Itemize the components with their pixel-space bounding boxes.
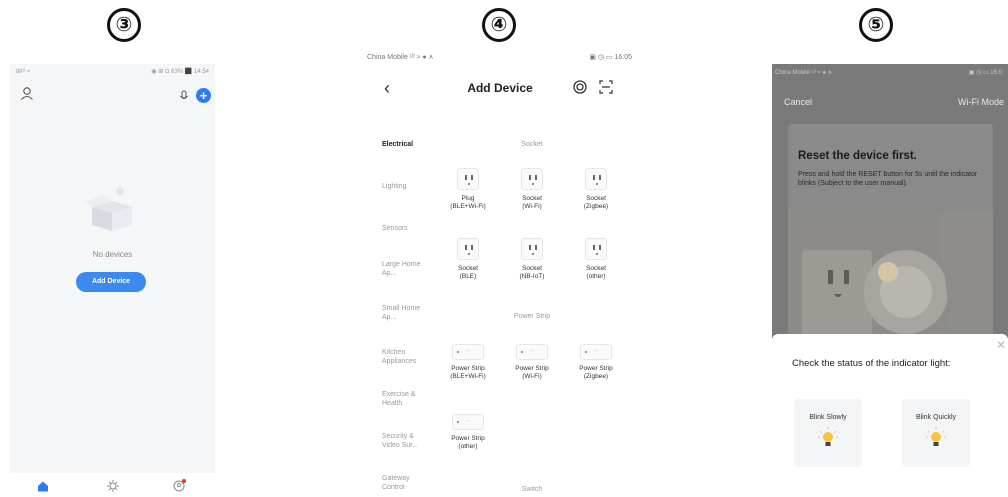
device-power-strip-wifi[interactable]: ‧‧‧ Power Strip (Wi-Fi) [502, 344, 562, 381]
microphone-icon[interactable] [178, 90, 190, 102]
power-strip-icon: ‧‧‧ [580, 344, 612, 360]
device-label: Socket (other) [586, 265, 606, 280]
device-label: Socket (BLE) [458, 265, 478, 280]
power-strip-icon: ‧‧‧ [452, 414, 484, 430]
device-socket-zigbee[interactable]: Socket (Zigbee) [566, 168, 626, 211]
section-power-strip: Power Strip [513, 313, 551, 320]
device-label: Power Strip (other) [451, 435, 485, 450]
status-left: China Mobile ᴸᴵᴵ ≈ ● ∧ [367, 54, 434, 61]
category-exercise-health[interactable]: Exercise & Health [382, 390, 432, 408]
socket-icon [457, 168, 479, 190]
add-device-button[interactable]: Add Device [76, 272, 146, 292]
category-electrical[interactable]: Electrical [382, 140, 432, 149]
user-icon[interactable] [20, 86, 34, 100]
power-strip-icon: ‧‧‧ [452, 344, 484, 360]
card-title: Reset the device first. [798, 150, 917, 162]
option-label: Blink Slowly [809, 414, 847, 421]
device-label: Socket (Wi-Fi) [522, 195, 542, 210]
device-label: Power Strip (BLE+Wi-Fi) [450, 365, 486, 380]
step-number-5: ⑤ [859, 8, 893, 42]
step-number-3: ③ [107, 8, 141, 42]
socket-icon [585, 168, 607, 190]
lightbulb-icon [818, 427, 838, 446]
status-right: ▣ ◷ ▭ 16:0 [968, 70, 1002, 76]
device-label: Socket (NB-IoT) [519, 265, 545, 280]
status-right: ◉ ⊞ Ω 63% ⬛ 14:54 [151, 69, 209, 75]
option-label: Blink Quickly [915, 414, 957, 421]
device-socket-other[interactable]: Socket (other) [566, 238, 626, 281]
home-tab-icon[interactable] [36, 479, 50, 493]
empty-state-text: No devices [92, 250, 133, 259]
socket-icon [521, 238, 543, 260]
home-screen: ⊞ᴸᴵᴵ ≈ ◉ ⊞ Ω 63% ⬛ 14:54 + No devices Ad… [10, 64, 215, 497]
device-power-strip-zigbee[interactable]: ‧‧‧ Power Strip (Zigbee) [566, 344, 626, 381]
power-strip-icon: ‧‧‧ [516, 344, 548, 360]
reset-device-screen: China Mobile ᴸᴵᴵ ≈ ● ∧ ▣ ◷ ▭ 16:0 Cancel… [772, 64, 1008, 497]
socket-icon [521, 168, 543, 190]
sheet-title: Check the status of the indicator light: [792, 358, 951, 369]
status-bar: ⊞ᴸᴵᴵ ≈ ◉ ⊞ Ω 63% ⬛ 14:54 [16, 68, 209, 78]
auto-scan-icon[interactable] [573, 80, 587, 94]
device-label: Power Strip (Wi-Fi) [515, 365, 549, 380]
category-large-home-appliances[interactable]: Large Home Ap... [382, 260, 432, 278]
section-socket: Socket [521, 141, 543, 148]
device-socket-nb-iot[interactable]: Socket (NB-IoT) [502, 238, 562, 281]
category-security-video[interactable]: Security & Video Sur... [382, 432, 432, 450]
device-label: Power Strip (Zigbee) [579, 365, 613, 380]
device-photo [788, 212, 993, 352]
profile-tab-icon[interactable] [172, 479, 186, 493]
device-power-strip-ble-wifi[interactable]: ‧‧‧ Power Strip (BLE+Wi-Fi) [438, 344, 498, 381]
status-bar: China Mobile ᴸᴵᴵ ≈ ● ∧ ▣ ◷ ▭ 16:05 [367, 53, 632, 65]
section-switch: Switch [521, 486, 543, 493]
category-lighting[interactable]: Lighting [382, 182, 432, 191]
step-number-4: ④ [482, 8, 516, 42]
close-icon[interactable]: ✕ [996, 338, 1006, 352]
empty-box-illustration [84, 187, 132, 231]
cancel-button[interactable]: Cancel [784, 97, 812, 107]
scene-tab-icon[interactable] [106, 479, 120, 493]
page-title: Add Device [467, 81, 533, 95]
device-plug-ble-wifi[interactable]: Plug (BLE+Wi-Fi) [438, 168, 498, 211]
socket-icon [585, 238, 607, 260]
status-bar: China Mobile ᴸᴵᴵ ≈ ● ∧ ▣ ◷ ▭ 16:0 [775, 69, 1002, 76]
status-left: ⊞ᴸᴵᴵ ≈ [16, 69, 31, 75]
status-right: ▣ ◷ ▭ 16:05 [589, 54, 632, 61]
wifi-mode-selector[interactable]: Wi-Fi Mode [958, 97, 1004, 107]
device-power-strip-other[interactable]: ‧‧‧ Power Strip (other) [438, 414, 498, 451]
lightbulb-icon [926, 427, 946, 446]
category-kitchen-appliances[interactable]: Kitchen Appliances [382, 348, 432, 366]
blink-slowly-option[interactable]: Blink Slowly [794, 399, 862, 467]
blink-quickly-option[interactable]: Blink Quickly [902, 399, 970, 467]
category-small-home-appliances[interactable]: Small Home Ap... [382, 304, 432, 322]
card-description: Press and hold the RESET button for 5s u… [798, 171, 978, 187]
category-gateway-control[interactable]: Gateway Control [382, 474, 432, 492]
tab-bar [10, 473, 215, 497]
add-device-screen: China Mobile ᴸᴵᴵ ≈ ● ∧ ▣ ◷ ▭ 16:05 ‹ Add… [360, 50, 640, 497]
indicator-status-sheet: ✕ Check the status of the indicator ligh… [772, 334, 1008, 497]
device-socket-wifi[interactable]: Socket (Wi-Fi) [502, 168, 562, 211]
status-left: China Mobile ᴸᴵᴵ ≈ ● ∧ [775, 70, 833, 76]
category-sensors[interactable]: Sensors [382, 224, 432, 233]
device-socket-ble[interactable]: Socket (BLE) [438, 238, 498, 281]
socket-icon [457, 238, 479, 260]
add-device-plus-icon[interactable]: + [196, 88, 211, 103]
qr-scan-icon[interactable] [599, 80, 613, 94]
device-label: Plug (BLE+Wi-Fi) [450, 195, 486, 210]
device-label: Socket (Zigbee) [583, 195, 609, 210]
